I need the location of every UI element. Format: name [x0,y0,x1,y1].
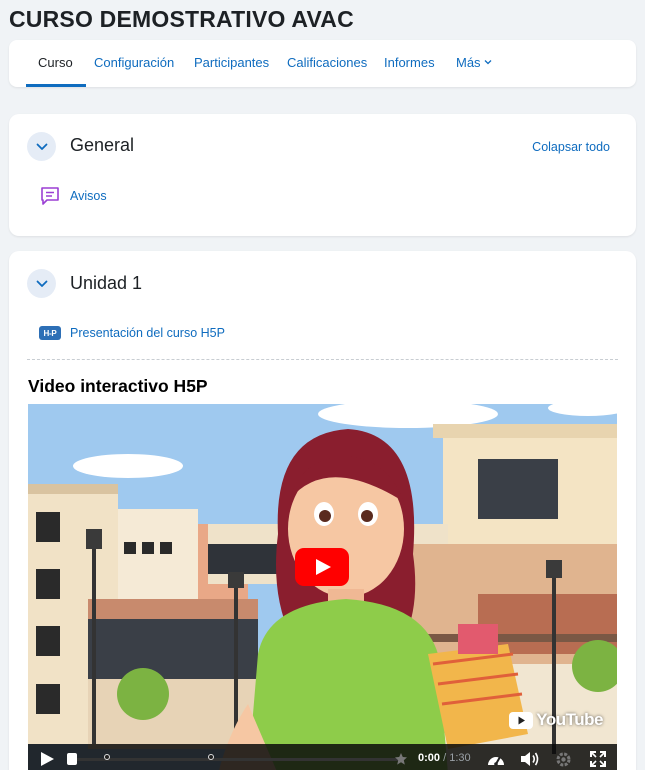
section-unidad-1-toggle[interactable] [27,269,56,298]
current-time: 0:00 [418,752,441,764]
fullscreen-icon [590,751,606,767]
section-general-title: General [70,135,135,155]
play-icon [41,752,54,766]
forum-icon [41,187,59,205]
tab-calificaciones[interactable]: Calificaciones [287,40,367,87]
youtube-label: YouTube [536,710,603,729]
interaction-marker[interactable] [208,754,214,760]
duration: 1:30 [449,752,471,764]
youtube-icon [509,711,534,729]
tab-mas[interactable]: Más [456,40,492,87]
chevron-down-icon [484,59,492,64]
interaction-marker[interactable] [104,754,110,760]
settings-button[interactable] [555,744,572,770]
time-separator: / [443,752,447,764]
fullscreen-button[interactable] [590,744,606,770]
youtube-logo[interactable]: YouTube [509,710,603,730]
tab-informes[interactable]: Informes [384,40,435,87]
section-general-toggle[interactable] [27,132,56,161]
tab-configuracion[interactable]: Configuración [94,40,174,87]
video-player[interactable]: YouTube 0:00 / 1:30 [28,404,617,770]
tab-mas-label: Más [456,55,481,70]
divider [27,359,618,360]
seek-bar[interactable] [69,758,403,761]
activity-presentacion-h5p[interactable]: H-P Presentación del curso H5P [39,326,225,340]
activity-avisos[interactable]: Avisos [39,185,107,207]
section-unidad-1: Unidad 1 H-P Presentación del curso H5P … [9,251,636,770]
activity-avisos-label: Avisos [70,189,107,203]
activity-presentacion-label: Presentación del curso H5P [70,326,225,340]
playback-speed-button[interactable] [486,744,506,770]
tab-participantes[interactable]: Participantes [194,40,269,87]
h5p-content-title: Video interactivo H5P [28,376,208,396]
play-overlay-button[interactable] [295,548,349,586]
video-controls: 0:00 / 1:30 [28,744,617,770]
star-icon [395,753,407,765]
course-title: CURSO DEMOSTRATIVO AVAC [9,6,354,32]
chevron-down-icon [36,143,47,150]
section-unidad-1-title: Unidad 1 [70,273,143,293]
play-button[interactable] [40,744,55,770]
volume-button[interactable] [520,744,540,770]
bookmark-star[interactable] [394,744,408,770]
speedometer-icon [488,756,504,766]
h5p-icon: H-P [39,326,61,340]
time-display: 0:00 / 1:30 [418,752,471,764]
seek-handle[interactable] [67,753,77,765]
volume-icon [521,752,539,766]
gear-icon [556,752,571,766]
section-general: General Colapsar todo Avisos [9,114,636,236]
chevron-down-icon [36,280,47,287]
secondary-navigation: Curso Configuración Participantes Califi… [9,40,636,87]
collapse-all-link[interactable]: Colapsar todo [532,140,610,154]
tab-curso[interactable]: Curso [26,40,86,87]
